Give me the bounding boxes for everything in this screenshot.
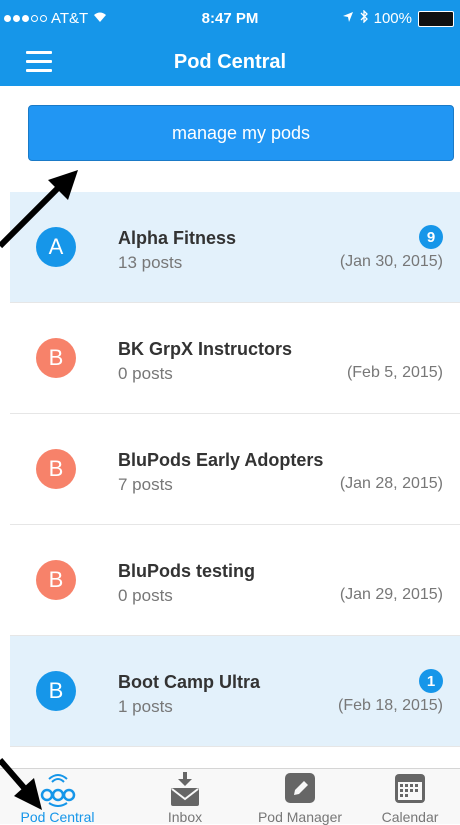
nav-bar: Pod Central [0,40,460,86]
pod-avatar: B [36,560,76,600]
tab-bar: Pod Central Inbox Pod Manager Calendar [0,768,460,825]
pod-row-boot-camp-ultra[interactable]: B Boot Camp Ultra 1 posts 1 (Feb 18, 201… [10,636,460,747]
pod-date: (Jan 30, 2015) [339,253,443,270]
pod-name: Alpha Fitness [118,228,237,248]
bluetooth-icon [360,9,368,27]
tab-label: Pod Manager [257,809,343,825]
pod-avatar: B [36,449,76,489]
annotation-arrow-icon [0,170,78,249]
location-icon [342,10,354,27]
tab-label: Calendar [381,809,439,825]
tab-inbox[interactable]: Inbox [125,769,245,825]
pod-post-count: 13 posts [118,253,183,272]
inbox-icon [168,771,202,812]
tab-pod-manager[interactable]: Pod Manager [245,769,355,825]
pod-date: (Feb 18, 2015) [338,697,443,714]
pod-avatar: B [36,671,76,711]
pod-date: (Feb 5, 2015) [346,364,443,381]
pod-post-count: 1 posts [118,697,173,716]
pod-row-blupods-early-adopters[interactable]: B BluPods Early Adopters 7 posts (Jan 28… [10,414,460,525]
unread-badge: 1 [419,669,443,693]
battery-icon [418,10,454,27]
manage-my-pods-button[interactable]: manage my pods [28,105,454,161]
status-bar: AT&T 8:47 PM 100% [0,0,460,40]
pod-avatar: B [36,338,76,378]
pod-row-blupods-testing[interactable]: B BluPods testing 0 posts (Jan 29, 2015) [10,525,460,636]
pod-name: BK GrpX Instructors [118,339,293,359]
calendar-icon [393,771,427,810]
battery-percent: 100% [373,10,412,27]
unread-badge: 9 [419,225,443,249]
pod-name: BluPods testing [118,561,256,581]
pod-post-count: 0 posts [118,364,173,383]
pod-name: BluPods Early Adopters [118,450,324,470]
tab-calendar[interactable]: Calendar [360,769,460,825]
pod-row-bk-grpx-instructors[interactable]: B BK GrpX Instructors 0 posts (Feb 5, 20… [10,303,460,414]
tab-label: Inbox [167,809,203,825]
annotation-arrow-icon [0,758,42,810]
pod-name: Boot Camp Ultra [118,672,261,692]
pod-date: (Jan 29, 2015) [339,586,443,603]
status-right: 100% [342,9,454,27]
pod-date: (Jan 28, 2015) [339,475,443,492]
pod-post-count: 7 posts [118,475,173,494]
pod-list: A Alpha Fitness 13 posts 9 (Jan 30, 2015… [10,192,460,747]
page-title: Pod Central [173,51,287,73]
pod-post-count: 0 posts [118,586,173,605]
edit-icon [283,771,317,810]
